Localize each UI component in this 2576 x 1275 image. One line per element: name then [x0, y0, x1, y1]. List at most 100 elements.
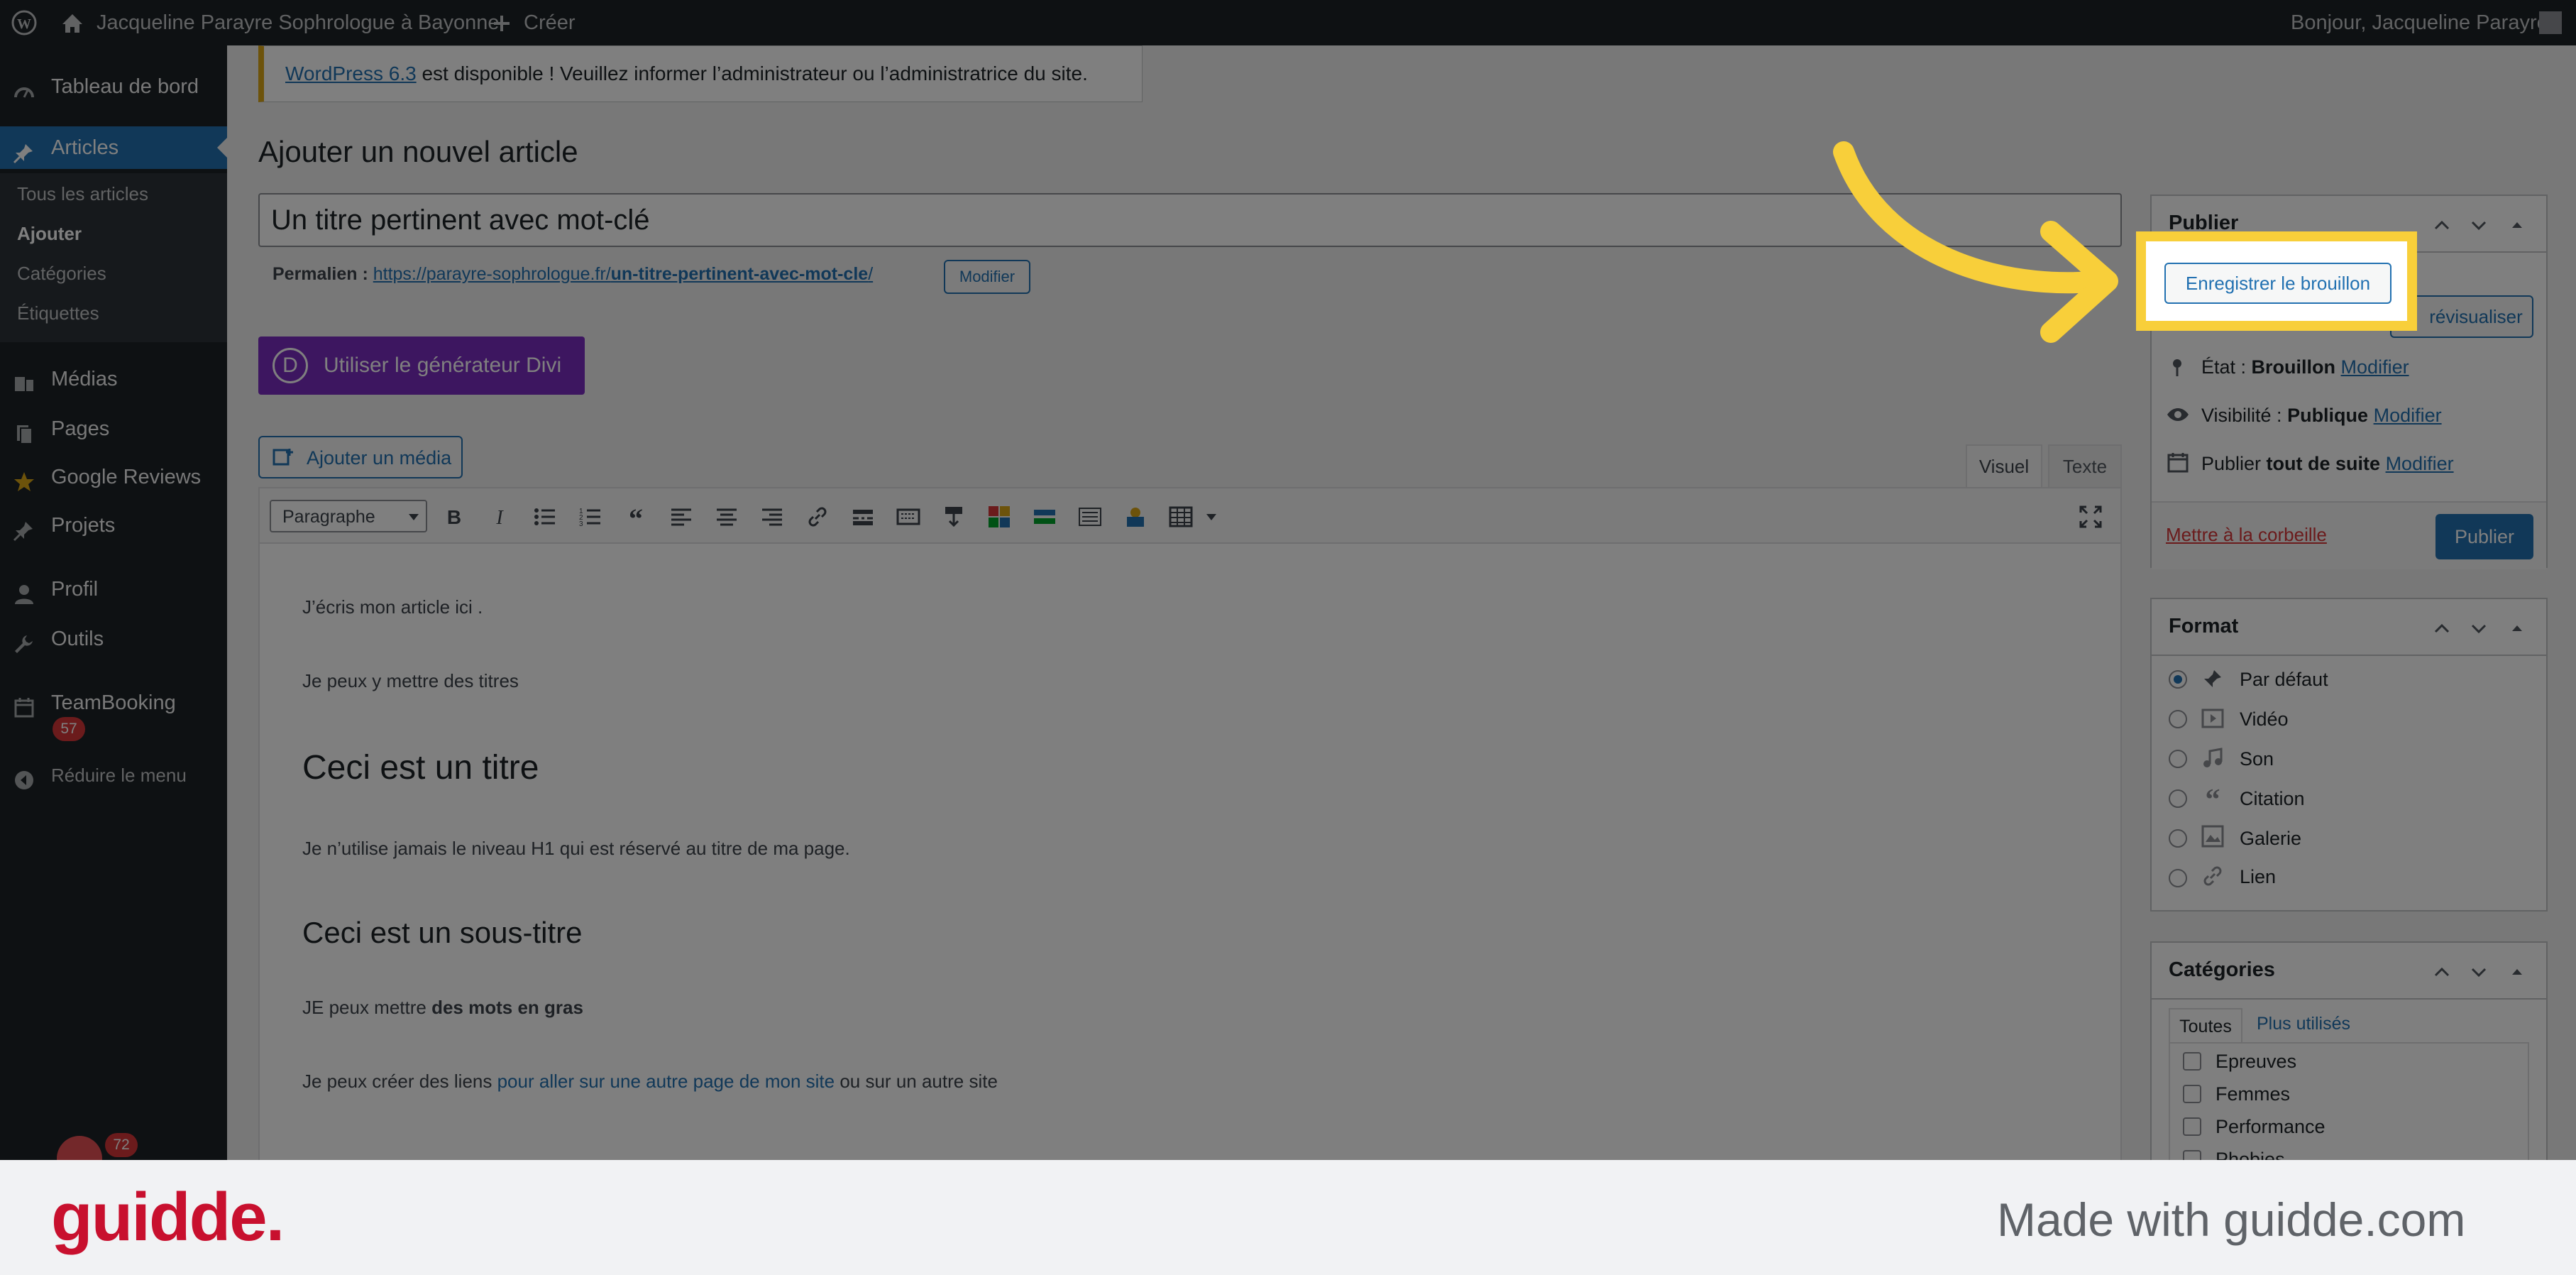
chevron-down-icon[interactable] — [2468, 961, 2489, 983]
chevron-down-icon[interactable] — [1206, 514, 1216, 520]
submenu-categories[interactable]: Catégories — [17, 263, 106, 285]
home-icon[interactable] — [60, 0, 85, 45]
status-value: Brouillon — [2251, 356, 2336, 378]
permalink-edit-button[interactable]: Modifier — [944, 260, 1030, 294]
quote-icon: “ — [2201, 784, 2224, 816]
submenu-tags[interactable]: Étiquettes — [17, 302, 99, 324]
user-greeting[interactable]: Bonjour, Jacqueline Parayre — [2291, 0, 2548, 45]
sidebar-item-pages[interactable]: Pages — [0, 407, 227, 450]
divi-builder-button[interactable]: D Utiliser le générateur Divi — [258, 336, 585, 395]
italic-icon[interactable]: I — [487, 504, 512, 530]
align-left-icon[interactable] — [668, 504, 694, 530]
sidebar-item-projects[interactable]: Projets — [0, 504, 227, 547]
sidebar-item-google-reviews[interactable]: Google Reviews — [0, 456, 227, 498]
save-draft-button[interactable]: Enregistrer le brouillon — [2164, 263, 2391, 304]
tab-categories-all[interactable]: Toutes — [2169, 1008, 2242, 1044]
gallery-icon — [2201, 825, 2224, 848]
blockquote-icon[interactable]: “ — [623, 503, 649, 535]
format-radio-default[interactable] — [2169, 670, 2187, 689]
align-center-icon[interactable] — [714, 504, 739, 530]
format-select[interactable]: Paragraphe — [270, 500, 427, 532]
editor-area[interactable] — [258, 487, 2122, 1161]
wordpress-logo-icon[interactable]: W — [10, 0, 38, 45]
submenu-add[interactable]: Ajouter — [17, 223, 82, 245]
lock-content-icon[interactable] — [1123, 504, 1148, 530]
fullscreen-icon[interactable] — [2078, 504, 2103, 530]
format-box-title: Format — [2169, 615, 2239, 638]
sidebar-item-media[interactable]: Médias — [0, 358, 227, 400]
text-block-icon[interactable] — [1077, 504, 1103, 530]
link-icon[interactable] — [805, 504, 830, 530]
sidebar-item-profile[interactable]: Profil — [0, 568, 227, 611]
content-bold-text: des mots en gras — [431, 997, 583, 1018]
tab-text[interactable]: Texte — [2048, 444, 2122, 487]
visibility-row: Visibilité : Publique Modifier — [2201, 405, 2442, 427]
editor-toolbar: Paragraphe B I 123 “ — [258, 487, 2122, 544]
toolbar-toggle-icon[interactable] — [896, 504, 921, 530]
plugin-button-icon[interactable] — [941, 504, 967, 530]
collapse-toggle-icon[interactable] — [2506, 214, 2528, 236]
categories-box-header: Catégories — [2152, 943, 2546, 1000]
layout-icon[interactable] — [1032, 504, 1057, 530]
chevron-down-icon[interactable] — [2468, 214, 2489, 236]
sidebar-collapse-menu[interactable]: Réduire le menu — [0, 754, 227, 797]
bullet-list-icon[interactable] — [532, 504, 558, 530]
create-menu[interactable]: Créer — [524, 0, 576, 45]
guidde-footer: guidde. Made with guidde.com — [0, 1160, 2576, 1275]
numbered-list-icon[interactable]: 123 — [578, 504, 603, 530]
avatar[interactable] — [2539, 11, 2562, 34]
table-icon[interactable] — [1168, 504, 1194, 530]
format-radio-audio[interactable] — [2169, 750, 2187, 768]
chevron-up-icon[interactable] — [2431, 214, 2453, 236]
sidebar-item-teambooking[interactable]: TeamBooking — [0, 682, 227, 724]
video-icon — [2201, 707, 2224, 730]
content-text-run: JE peux mettre — [302, 997, 432, 1018]
format-radio-link[interactable] — [2169, 869, 2187, 887]
content-paragraph: Je n’utilise jamais le niveau H1 qui est… — [302, 838, 850, 859]
sidebar-item-dashboard[interactable]: Tableau de bord — [0, 65, 227, 108]
publish-button[interactable]: Publier — [2435, 514, 2533, 559]
status-edit-link[interactable]: Modifier — [2341, 356, 2409, 378]
chevron-up-icon[interactable] — [2431, 618, 2453, 639]
sidebar-item-articles[interactable]: Articles — [0, 126, 227, 169]
bold-icon[interactable]: B — [441, 504, 467, 530]
category-checkbox[interactable] — [2183, 1085, 2201, 1103]
shortcode-grid-icon[interactable] — [986, 504, 1012, 530]
tab-visual[interactable]: Visuel — [1966, 444, 2042, 487]
plus-icon[interactable] — [491, 0, 512, 45]
category-checkbox[interactable] — [2183, 1117, 2201, 1136]
category-checkbox[interactable] — [2183, 1052, 2201, 1071]
format-radio-gallery[interactable] — [2169, 829, 2187, 848]
format-radio-video[interactable] — [2169, 710, 2187, 728]
sidebar-item-label: Profil — [51, 578, 99, 601]
permalink-link[interactable]: https://parayre-sophrologue.fr/un-titre-… — [373, 264, 873, 284]
tab-categories-popular[interactable]: Plus utilisés — [2257, 1014, 2350, 1034]
site-name-link[interactable]: Jacqueline Parayre Sophrologue à Bayonne — [97, 0, 500, 45]
svg-text:I: I — [495, 507, 504, 529]
visibility-edit-link[interactable]: Modifier — [2374, 405, 2442, 426]
publish-actions: Mettre à la corbeille Publier — [2152, 501, 2546, 569]
pages-icon — [13, 417, 35, 444]
format-radio-quote[interactable] — [2169, 789, 2187, 808]
content-link[interactable]: pour aller sur une autre page de mon sit… — [497, 1071, 835, 1092]
calendar-icon — [13, 691, 35, 718]
read-more-icon[interactable] — [850, 504, 876, 530]
submenu-all-articles[interactable]: Tous les articles — [17, 183, 148, 205]
content-paragraph: Je peux y mettre des titres — [302, 670, 519, 691]
sidebar-item-tools[interactable]: Outils — [0, 618, 227, 660]
collapse-toggle-icon[interactable] — [2506, 961, 2528, 983]
categories-list: Epreuves Femmes Performance Phobies — [2169, 1042, 2529, 1177]
align-right-icon[interactable] — [759, 504, 785, 530]
svg-text:“: “ — [629, 504, 643, 530]
add-media-button[interactable]: Ajouter un média — [258, 436, 463, 478]
trash-link[interactable]: Mettre à la corbeille — [2166, 524, 2327, 546]
chevron-down-icon[interactable] — [2468, 618, 2489, 639]
pin-icon — [13, 136, 35, 164]
wordpress-update-link[interactable]: WordPress 6.3 — [285, 62, 417, 84]
status-row: État : Brouillon Modifier — [2201, 356, 2409, 378]
publish-time-edit-link[interactable]: Modifier — [2386, 453, 2454, 474]
post-title-text: Un titre pertinent avec mot-clé — [271, 204, 650, 236]
collapse-toggle-icon[interactable] — [2506, 618, 2528, 639]
chevron-up-icon[interactable] — [2431, 961, 2453, 983]
sidebar-item-label: Médias — [51, 368, 118, 390]
